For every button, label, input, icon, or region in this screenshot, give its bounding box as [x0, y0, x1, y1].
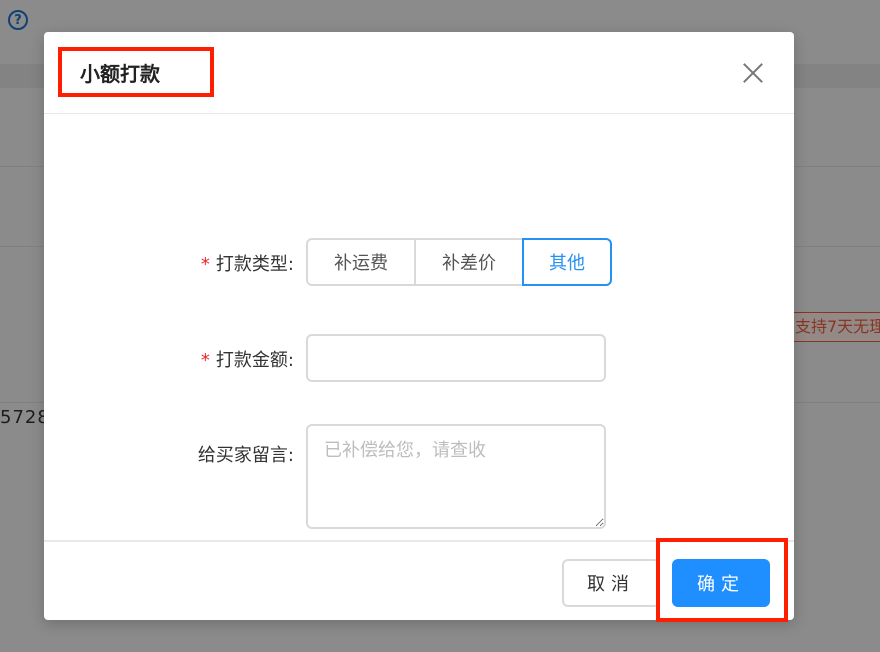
required-mark: *: [200, 350, 210, 371]
payment-type-label: * 打款类型:: [200, 254, 294, 275]
confirm-button[interactable]: 确定: [672, 559, 770, 607]
payment-amount-label: * 打款金额:: [200, 350, 294, 371]
small-payment-dialog: 小额打款 *打款类型: 补运费 补差价 其他 *打款金额: 给买家留言: 取消 …: [44, 32, 794, 622]
required-mark: *: [200, 254, 210, 275]
dialog-footer: 取消 确定: [44, 538, 794, 622]
radio-option-other[interactable]: 其他: [522, 238, 612, 286]
buyer-message-textarea[interactable]: [306, 424, 606, 529]
close-icon[interactable]: [742, 62, 764, 84]
payment-type-radio-group: 补运费 补差价 其他: [306, 238, 612, 286]
buyer-message-label: 给买家留言:: [197, 445, 294, 466]
dialog-header: 小额打款: [44, 32, 794, 114]
payment-amount-input[interactable]: [306, 334, 606, 382]
radio-option-shipping[interactable]: 补运费: [306, 238, 416, 286]
cancel-button[interactable]: 取消: [562, 559, 660, 607]
dialog-title: 小额打款: [80, 62, 160, 86]
radio-option-price-difference[interactable]: 补差价: [414, 238, 524, 286]
